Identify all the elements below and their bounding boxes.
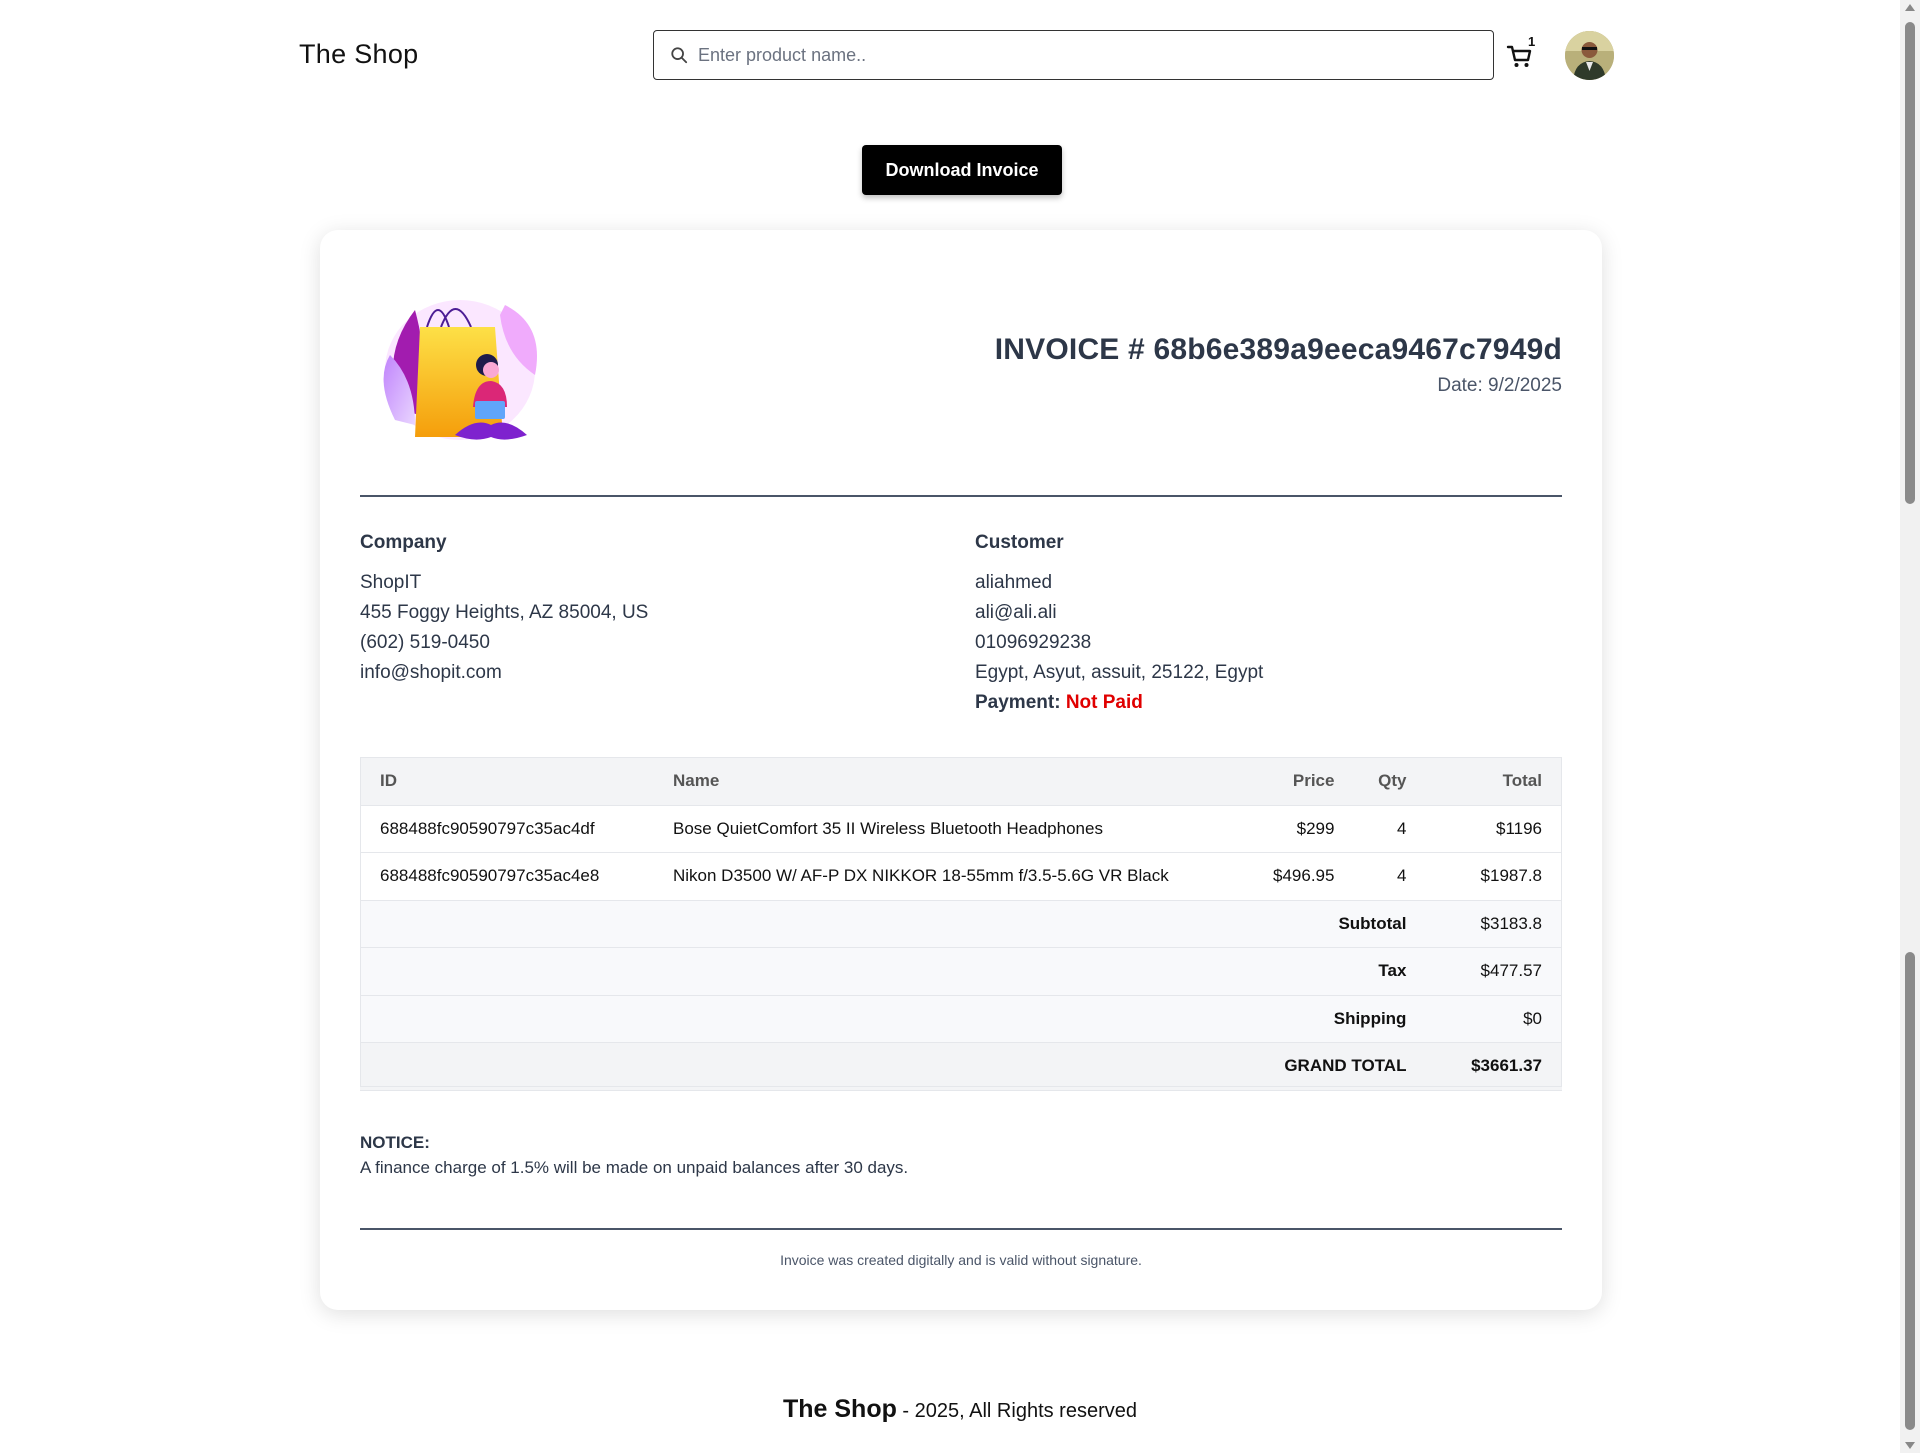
customer-heading: Customer xyxy=(975,532,1064,553)
table-header-row: ID Name Price Qty Total xyxy=(360,757,1562,806)
notice-text: A finance charge of 1.5% will be made on… xyxy=(360,1158,909,1177)
cell-total: $1196 xyxy=(1426,805,1562,853)
cart-count-badge: 1 xyxy=(1528,34,1536,49)
customer-email: ali@ali.ali xyxy=(975,602,1057,623)
customer-address: Egypt, Asyut, assuit, 25122, Egypt xyxy=(975,662,1264,683)
company-heading: Company xyxy=(360,532,447,553)
cell-total: $1987.8 xyxy=(1426,852,1562,901)
customer-phone: 01096929238 xyxy=(975,632,1092,653)
search-input[interactable] xyxy=(698,44,1439,66)
shipping-label: Shipping xyxy=(360,995,1427,1043)
download-invoice-button[interactable]: Download Invoice xyxy=(862,145,1062,195)
cell-qty: 4 xyxy=(1354,805,1427,853)
col-header-price: Price xyxy=(1253,757,1355,806)
scroll-up-arrow-icon[interactable] xyxy=(1905,4,1915,11)
grand-total-value: $3661.37 xyxy=(1426,1042,1562,1091)
payment-status-badge: Not Paid xyxy=(1065,692,1143,713)
invoice-footer-note: Invoice was created digitally and is val… xyxy=(780,1252,1142,1268)
company-name: ShopIT xyxy=(360,572,422,593)
col-header-id: ID xyxy=(360,757,653,806)
payment-status-line: Payment: Not Paid xyxy=(975,692,1143,714)
col-header-name: Name xyxy=(653,757,1253,806)
footer-brand: The Shop xyxy=(782,1395,897,1423)
subtotal-row: Subtotal $3183.8 xyxy=(360,900,1562,948)
cell-id: 688488fc90590797c35ac4e8 xyxy=(360,852,653,901)
customer-name: aliahmed xyxy=(975,572,1053,593)
col-header-qty: Qty xyxy=(1354,757,1427,806)
invoice-date: Date: 9/2/2025 xyxy=(1437,375,1562,396)
notice-heading: NOTICE: xyxy=(360,1133,430,1152)
footer-divider xyxy=(360,1228,1562,1230)
company-email: info@shopit.com xyxy=(360,662,502,683)
cell-id: 688488fc90590797c35ac4df xyxy=(360,805,653,853)
company-phone: (602) 519-0450 xyxy=(360,632,490,653)
scroll-down-arrow-icon[interactable] xyxy=(1905,1442,1915,1449)
footer-copyright: - 2025, All Rights reserved xyxy=(896,1400,1137,1422)
subtotal-label: Subtotal xyxy=(360,900,1427,948)
cell-name: Bose QuietComfort 35 II Wireless Bluetoo… xyxy=(653,805,1253,853)
avatar[interactable] xyxy=(1565,31,1614,80)
table-row: 688488fc90590797c35ac4df Bose QuietComfo… xyxy=(360,805,1562,853)
tax-value: $477.57 xyxy=(1426,947,1562,996)
header-divider xyxy=(360,495,1562,497)
payment-label: Payment: xyxy=(975,692,1061,713)
shipping-row: Shipping $0 xyxy=(360,995,1562,1043)
cell-price: $496.95 xyxy=(1253,852,1355,901)
brand-logo[interactable]: The Shop xyxy=(299,39,418,70)
tax-row: Tax $477.57 xyxy=(360,947,1562,996)
grand-total-row: GRAND TOTAL $3661.37 xyxy=(360,1042,1562,1091)
navbar: The Shop 1 xyxy=(0,0,1900,110)
cell-qty: 4 xyxy=(1354,852,1427,901)
grand-total-label: GRAND TOTAL xyxy=(360,1042,1427,1091)
cell-price: $299 xyxy=(1253,805,1355,853)
page-footer: The Shop - 2025, All Rights reserved xyxy=(0,1395,1920,1424)
search-icon xyxy=(671,47,688,64)
shipping-value: $0 xyxy=(1426,995,1562,1043)
vertical-scrollbar[interactable] xyxy=(1900,0,1920,1453)
tax-label: Tax xyxy=(360,947,1427,996)
company-address: 455 Foggy Heights, AZ 85004, US xyxy=(360,602,649,623)
invoice-card: INVOICE # 68b6e389a9eeca9467c7949d Date:… xyxy=(320,230,1602,1310)
scrollbar-thumb[interactable] xyxy=(1905,22,1915,504)
subtotal-value: $3183.8 xyxy=(1426,900,1562,948)
table-row: 688488fc90590797c35ac4e8 Nikon D3500 W/ … xyxy=(360,852,1562,901)
search-bar[interactable] xyxy=(653,30,1494,80)
scrollbar-thumb-lower[interactable] xyxy=(1905,952,1915,1430)
invoice-number: INVOICE # 68b6e389a9eeca9467c7949d xyxy=(994,333,1562,366)
shopping-bag-illustration xyxy=(383,300,537,440)
col-header-total: Total xyxy=(1426,757,1562,806)
cell-name: Nikon D3500 W/ AF-P DX NIKKOR 18-55mm f/… xyxy=(653,852,1253,901)
invoice-items-table: ID Name Price Qty Total 688488fc90590797… xyxy=(360,757,1562,1091)
